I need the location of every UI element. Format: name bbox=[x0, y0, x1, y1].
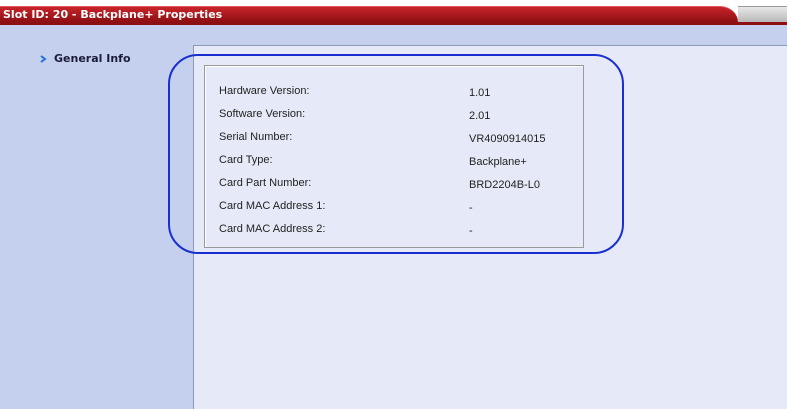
property-value: 1.01 bbox=[469, 87, 491, 99]
properties-box: Hardware Version: 1.01 Software Version:… bbox=[204, 65, 584, 248]
header-band bbox=[0, 25, 787, 45]
property-row-hardware-version: Hardware Version: 1.01 bbox=[219, 85, 579, 99]
property-label: Card MAC Address 1: bbox=[219, 200, 326, 212]
property-value: BRD2204B-L0 bbox=[469, 179, 540, 191]
window-title: Slot ID: 20 - Backplane+ Properties bbox=[3, 8, 223, 21]
property-row-mac-address-2: Card MAC Address 2: - bbox=[219, 223, 579, 237]
window-title-bar: Slot ID: 20 - Backplane+ Properties bbox=[0, 0, 787, 22]
property-label: Serial Number: bbox=[219, 131, 293, 143]
property-label: Card Type: bbox=[219, 154, 273, 166]
property-value: 2.01 bbox=[469, 110, 491, 122]
property-value: - bbox=[469, 225, 473, 237]
property-label: Card Part Number: bbox=[219, 177, 312, 189]
property-label: Hardware Version: bbox=[219, 85, 310, 97]
sidebar-item-general-info[interactable]: General Info bbox=[38, 51, 131, 65]
title-bar-end bbox=[738, 6, 787, 22]
property-row-card-type: Card Type: Backplane+ bbox=[219, 154, 579, 168]
property-row-serial-number: Serial Number: VR4090914015 bbox=[219, 131, 579, 145]
property-row-card-part-number: Card Part Number: BRD2204B-L0 bbox=[219, 177, 579, 191]
property-value: VR4090914015 bbox=[469, 133, 546, 145]
property-row-software-version: Software Version: 2.01 bbox=[219, 108, 579, 122]
property-value: Backplane+ bbox=[469, 156, 527, 168]
property-row-mac-address-1: Card MAC Address 1: - bbox=[219, 200, 579, 214]
sidebar bbox=[0, 45, 193, 409]
property-label: Software Version: bbox=[219, 108, 306, 120]
property-label: Card MAC Address 2: bbox=[219, 223, 326, 235]
sidebar-item-label: General Info bbox=[54, 51, 131, 65]
title-tab: Slot ID: 20 - Backplane+ Properties bbox=[0, 6, 738, 22]
property-value: - bbox=[469, 202, 473, 214]
chevron-right-icon bbox=[40, 55, 47, 63]
